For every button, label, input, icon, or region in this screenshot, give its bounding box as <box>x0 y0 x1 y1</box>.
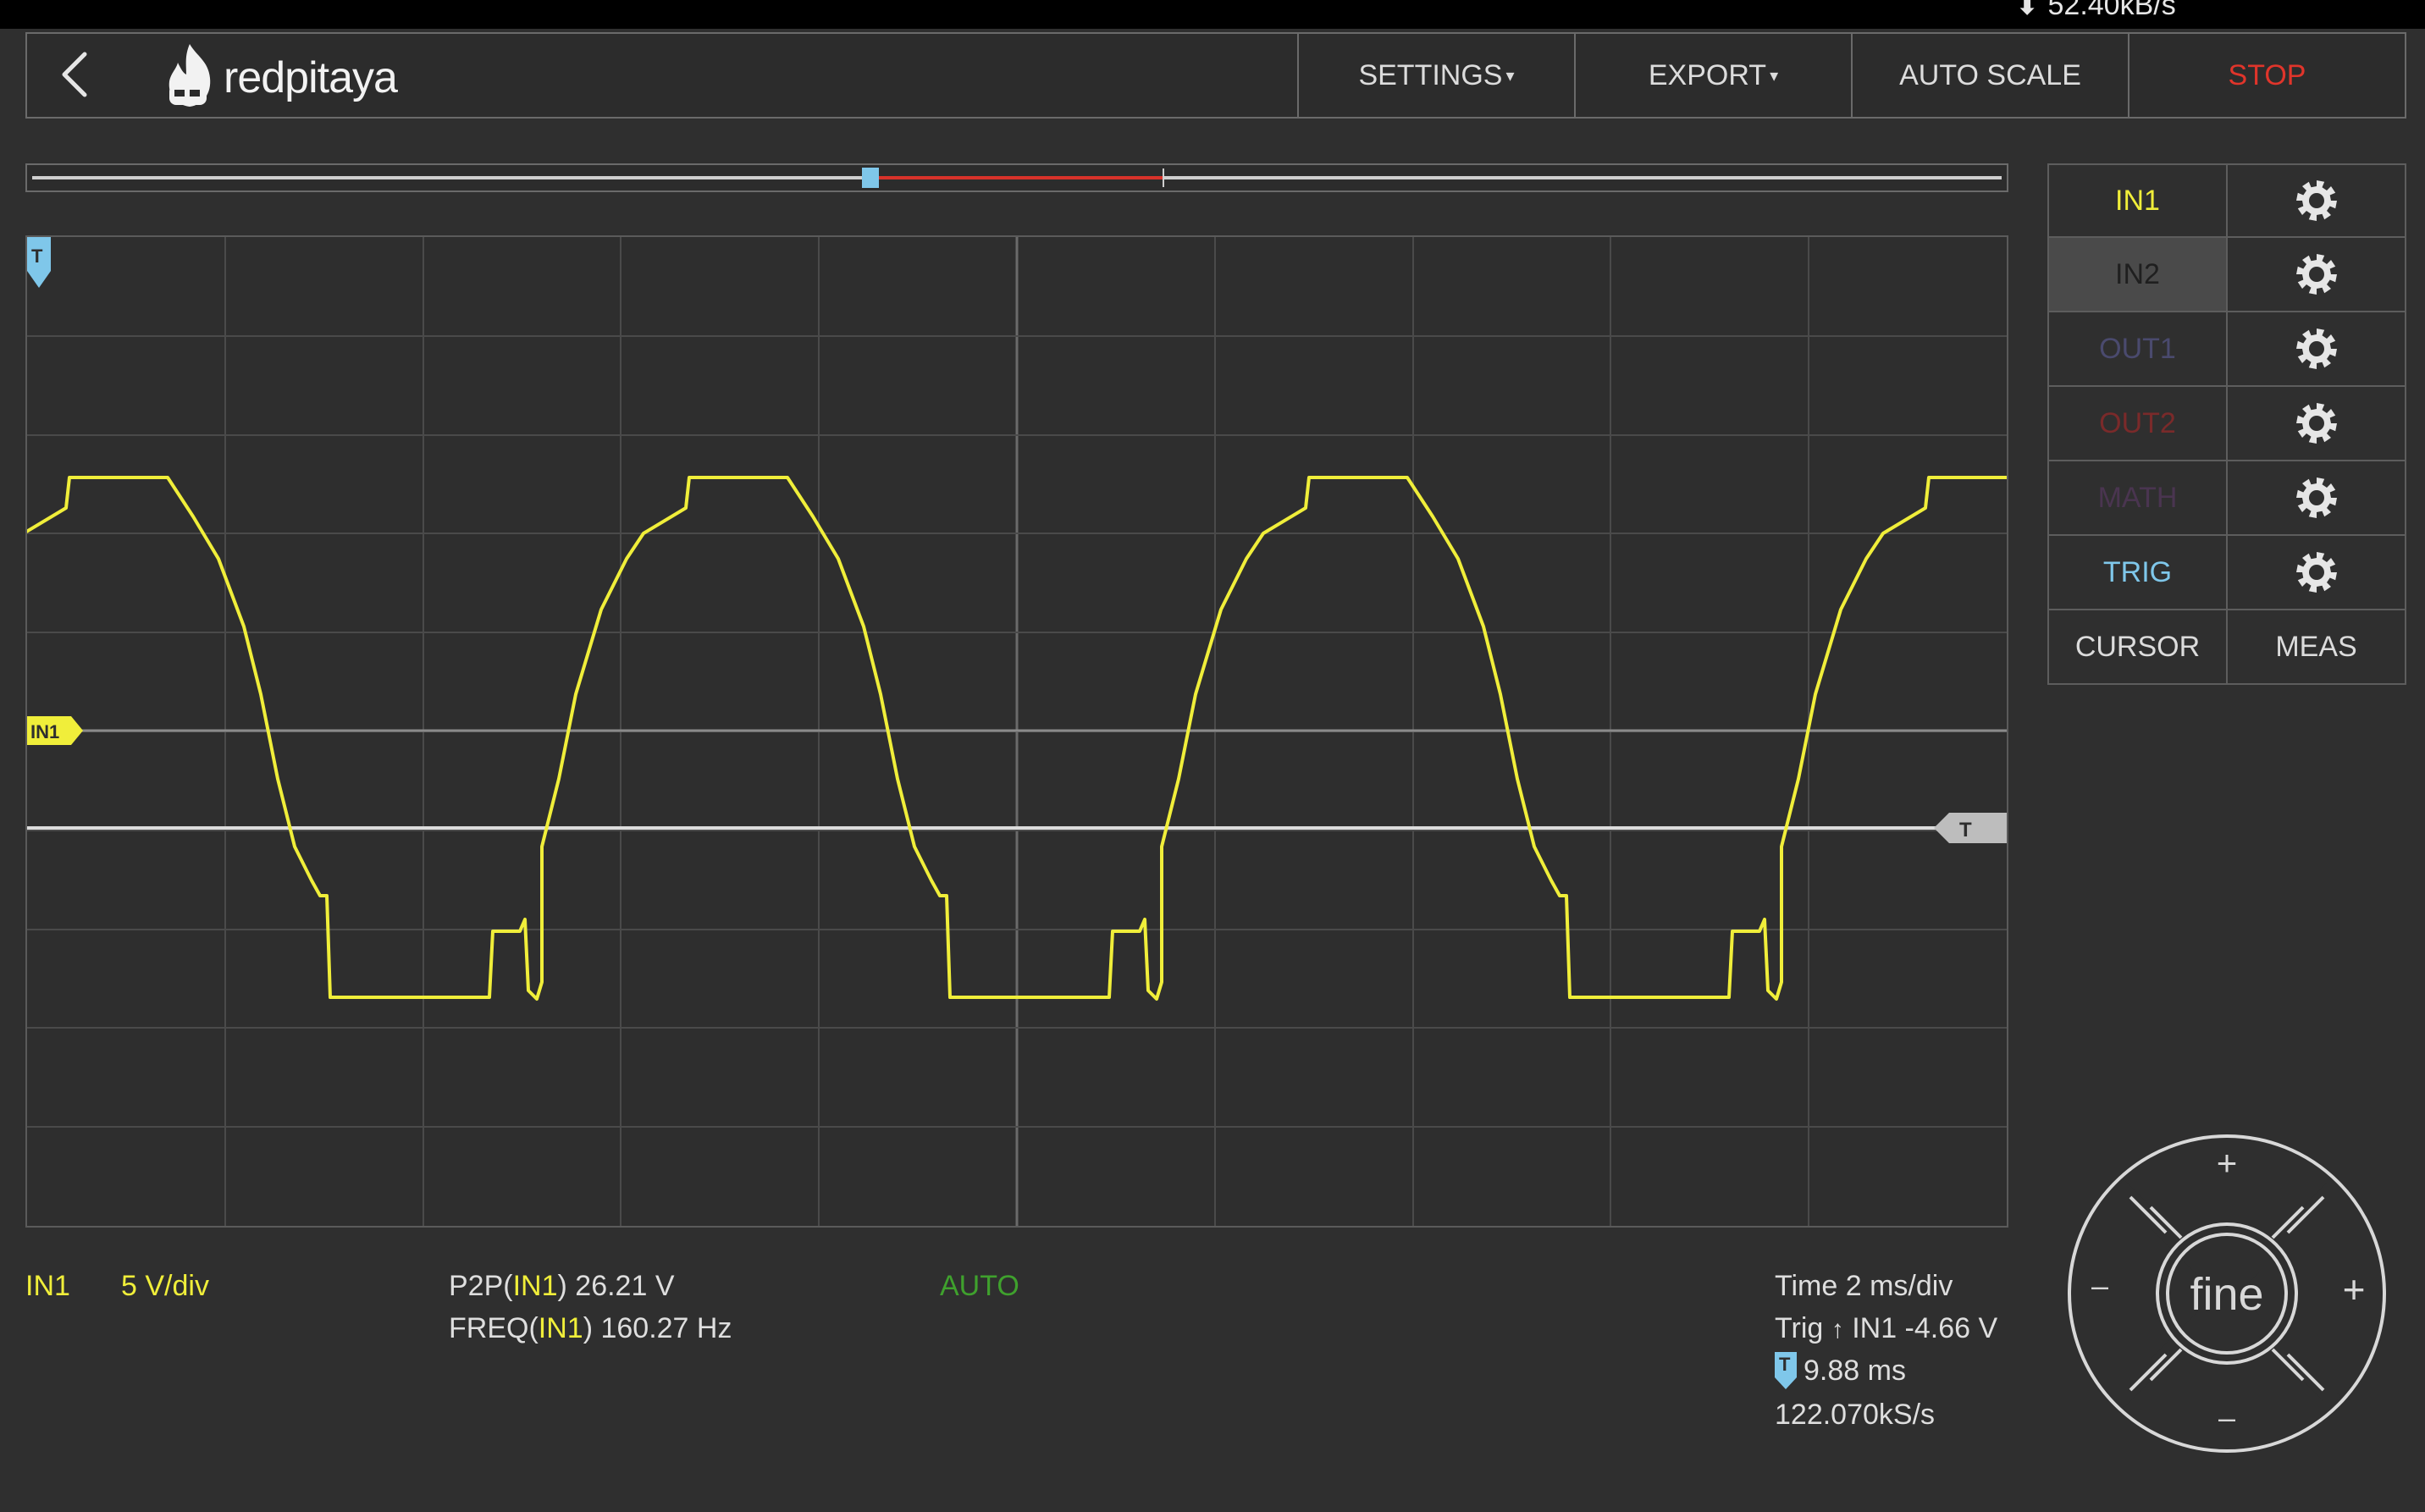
gear-icon <box>2295 180 2337 221</box>
trig-settings[interactable] <box>2228 536 2405 609</box>
time-scale: Time 2 ms/div <box>1775 1270 1953 1302</box>
channel-in1-settings[interactable] <box>2228 165 2405 236</box>
time-offset-marker-icon: T <box>1775 1352 1797 1390</box>
waveform-canvas: T IN1 T <box>27 237 2007 1226</box>
trigger-info: Trig ↑ IN1 -4.66 V <box>1775 1312 1998 1344</box>
channel-in1-button[interactable]: IN1 <box>2049 165 2228 236</box>
dpad-up-button[interactable]: + <box>2193 1143 2261 1194</box>
channel-row-in2: IN2 <box>2047 238 2406 312</box>
channel-out1-settings[interactable] <box>2228 312 2405 385</box>
gear-icon <box>2295 552 2337 593</box>
freq-measurement: FREQ(IN1) 160.27 Hz <box>449 1312 732 1344</box>
channel-row-in1: IN1 <box>2047 163 2406 238</box>
dpad-right-button[interactable]: + <box>2328 1266 2379 1317</box>
meas-button[interactable]: MEAS <box>2228 610 2405 683</box>
time-offset: T 9.88 ms <box>1775 1352 1906 1390</box>
channel-scale: 5 V/div <box>121 1270 209 1302</box>
channel-out2-button[interactable]: OUT2 <box>2049 387 2228 460</box>
p2p-measurement: P2P(IN1) 26.21 V <box>449 1270 675 1302</box>
cursor-button[interactable]: CURSOR <box>2049 610 2228 683</box>
dpad-left-button[interactable]: – <box>2074 1268 2125 1319</box>
channel-math-settings[interactable] <box>2228 461 2405 534</box>
export-menu-button[interactable]: EXPORT ▾ <box>1574 34 1851 117</box>
tools-row: CURSOR MEAS <box>2047 610 2406 685</box>
status-strip: ⬇ 52.40kB/s <box>0 0 2425 29</box>
gear-icon <box>2295 477 2337 518</box>
settings-menu-button[interactable]: SETTINGS ▾ <box>1297 34 1574 117</box>
fine-control-dpad: + – – + fine <box>2066 1133 2388 1454</box>
rising-edge-icon: ↑ <box>1831 1316 1844 1344</box>
channel-panel: IN1 IN2 OUT1 OUT2 MATH TRIG CURSOR MEAS <box>2047 163 2406 685</box>
trigger-mode-status: AUTO <box>940 1270 1019 1302</box>
auto-scale-button[interactable]: AUTO SCALE <box>1851 34 2128 117</box>
trig-button[interactable]: TRIG <box>2049 536 2228 609</box>
dropdown-caret-icon: ▾ <box>1770 66 1779 86</box>
top-menu: SETTINGS ▾ EXPORT ▾ AUTO SCALE STOP <box>1297 34 2405 117</box>
redpitaya-logo: redpitaya <box>163 42 434 115</box>
dpad-fine-button[interactable]: fine <box>2168 1268 2286 1320</box>
channel-math-button[interactable]: MATH <box>2049 461 2228 534</box>
download-arrow-icon: ⬇ <box>2015 0 2040 21</box>
back-button[interactable] <box>52 49 103 100</box>
dpad-down-button[interactable]: – <box>2193 1400 2261 1451</box>
gear-icon <box>2295 254 2337 295</box>
channel-row-math: MATH <box>2047 461 2406 536</box>
flame-logo-icon <box>168 44 211 107</box>
stop-button[interactable]: STOP <box>2128 34 2405 117</box>
time-navigation-bar[interactable] <box>25 163 2008 192</box>
network-speed: ⬇ 52.40kB/s <box>2015 0 2176 22</box>
channel-out2-settings[interactable] <box>2228 387 2405 460</box>
channel-row-out2: OUT2 <box>2047 387 2406 461</box>
trigger-time-marker[interactable]: T <box>27 237 51 288</box>
chevron-left-icon <box>62 52 87 97</box>
sample-rate: 122.070kS/s <box>1775 1399 1936 1431</box>
channel-in2-button[interactable]: IN2 <box>2049 238 2228 311</box>
channel-row-trig: TRIG <box>2047 536 2406 610</box>
channel-out1-button[interactable]: OUT1 <box>2049 312 2228 385</box>
channel-label: IN1 <box>25 1270 70 1302</box>
app-header: redpitaya SETTINGS ▾ EXPORT ▾ AUTO SCALE S… <box>25 32 2406 119</box>
svg-text:T: T <box>1959 819 1972 842</box>
dropdown-caret-icon: ▾ <box>1505 66 1515 86</box>
oscilloscope-plot[interactable]: T IN1 T <box>25 235 2008 1228</box>
in1-offset-marker[interactable]: IN1 <box>27 716 83 745</box>
gear-icon <box>2295 403 2337 444</box>
channel-in2-settings[interactable] <box>2228 238 2405 311</box>
time-window-indicator <box>32 168 2002 188</box>
trigger-level-marker[interactable]: T <box>1934 813 2007 843</box>
svg-text:T: T <box>31 246 43 267</box>
channel-row-out1: OUT1 <box>2047 312 2406 387</box>
gear-icon <box>2295 328 2337 369</box>
logo-wordmark: redpitaya <box>224 53 398 102</box>
svg-text:IN1: IN1 <box>30 721 59 742</box>
